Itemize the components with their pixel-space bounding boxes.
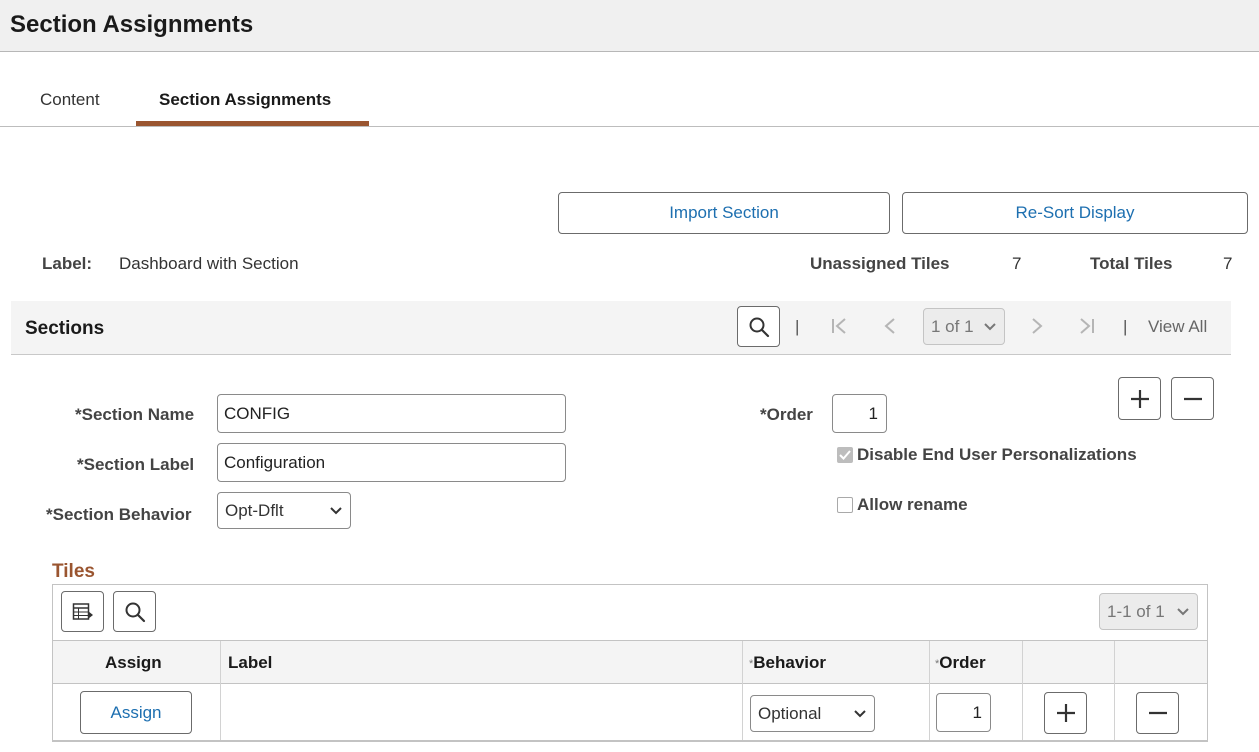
personalize-grid-button[interactable] <box>61 591 104 632</box>
label-value: Dashboard with Section <box>119 254 299 273</box>
tab-section-assignments[interactable]: Section Assignments <box>159 90 331 110</box>
plus-icon <box>1056 704 1075 722</box>
column-divider <box>1022 641 1023 741</box>
column-divider <box>1114 641 1115 741</box>
column-header-label: Label <box>228 653 273 672</box>
view-all-link[interactable]: View All <box>1148 317 1207 337</box>
last-page-icon[interactable] <box>1077 316 1097 341</box>
section-name-input[interactable]: CONFIG <box>217 394 566 433</box>
allow-rename-label: Allow rename <box>857 495 968 514</box>
order-label: *Order <box>760 405 813 424</box>
label-caption: Label: <box>42 254 93 273</box>
tile-order-input[interactable]: 1 <box>936 693 991 732</box>
total-tiles-value: 7 <box>1223 254 1233 273</box>
import-section-button[interactable]: Import Section <box>558 192 890 234</box>
chevron-down-icon <box>984 322 996 330</box>
first-page-icon[interactable] <box>829 316 849 341</box>
delete-section-button[interactable] <box>1171 377 1214 420</box>
allow-rename-checkbox[interactable] <box>837 497 853 513</box>
minus-icon <box>1148 711 1167 715</box>
column-divider <box>220 641 221 741</box>
tiles-page-select[interactable]: 1-1 of 1 <box>1099 593 1198 630</box>
column-header-behavior: *Behavior <box>749 653 827 672</box>
grid-personalize-icon <box>72 602 93 620</box>
next-icon[interactable] <box>1027 316 1047 341</box>
chevron-down-icon <box>854 709 866 717</box>
total-tiles-caption: Total Tiles <box>1090 254 1173 273</box>
tiles-title: Tiles <box>52 561 95 582</box>
sections-page-value: 1 of 1 <box>931 316 974 336</box>
add-tile-row-button[interactable] <box>1044 692 1087 734</box>
add-section-button[interactable] <box>1118 377 1161 420</box>
section-behavior-value: Opt-Dflt <box>225 500 284 520</box>
re-sort-display-button[interactable]: Re-Sort Display <box>902 192 1248 234</box>
tile-behavior-select[interactable]: Optional <box>750 695 875 732</box>
tab-content[interactable]: Content <box>40 90 100 110</box>
chevron-down-icon <box>330 506 342 514</box>
sections-page-select[interactable]: 1 of 1 <box>923 308 1005 345</box>
search-icon <box>749 317 769 337</box>
order-input[interactable]: 1 <box>832 394 887 433</box>
unassigned-tiles-caption: Unassigned Tiles <box>810 254 950 273</box>
unassigned-tiles-value: 7 <box>1012 254 1022 273</box>
sections-header-bar: Sections <box>11 301 1231 355</box>
section-label-input[interactable]: Configuration <box>217 443 566 482</box>
pager-separator-2: | <box>1123 317 1128 336</box>
tile-behavior-value: Optional <box>758 703 822 723</box>
previous-icon[interactable] <box>880 316 900 341</box>
plus-icon <box>1130 389 1149 408</box>
tiles-page-value: 1-1 of 1 <box>1107 601 1165 621</box>
tiles-grid-header <box>53 641 1207 684</box>
checkmark-icon <box>839 450 851 460</box>
column-divider <box>742 641 743 741</box>
disable-personalization-checkbox[interactable] <box>837 447 853 463</box>
delete-tile-row-button[interactable] <box>1136 692 1179 734</box>
section-name-label: *Section Name <box>75 405 195 424</box>
chevron-down-icon <box>1177 607 1189 615</box>
section-behavior-select[interactable]: Opt-Dflt <box>217 492 351 529</box>
column-header-order: *Order <box>935 653 986 672</box>
page-title: Section Assignments <box>10 11 254 38</box>
sections-search-button[interactable] <box>737 306 780 347</box>
search-icon <box>125 602 145 622</box>
pager-separator: | <box>795 317 800 336</box>
section-label-label: *Section Label <box>77 455 195 474</box>
minus-icon <box>1183 397 1202 400</box>
column-header-assign: Assign <box>105 653 162 672</box>
page-header: Section Assignments <box>0 0 1259 52</box>
grid-bottom-border <box>52 740 1208 742</box>
disable-personalization-label: Disable End User Personalizations <box>857 445 1137 464</box>
tabs-divider <box>0 126 1259 127</box>
tiles-search-button[interactable] <box>113 591 156 632</box>
column-divider <box>929 641 930 741</box>
assign-button[interactable]: Assign <box>80 691 192 734</box>
sections-title: Sections <box>25 318 105 339</box>
section-behavior-label: *Section Behavior <box>46 505 192 524</box>
